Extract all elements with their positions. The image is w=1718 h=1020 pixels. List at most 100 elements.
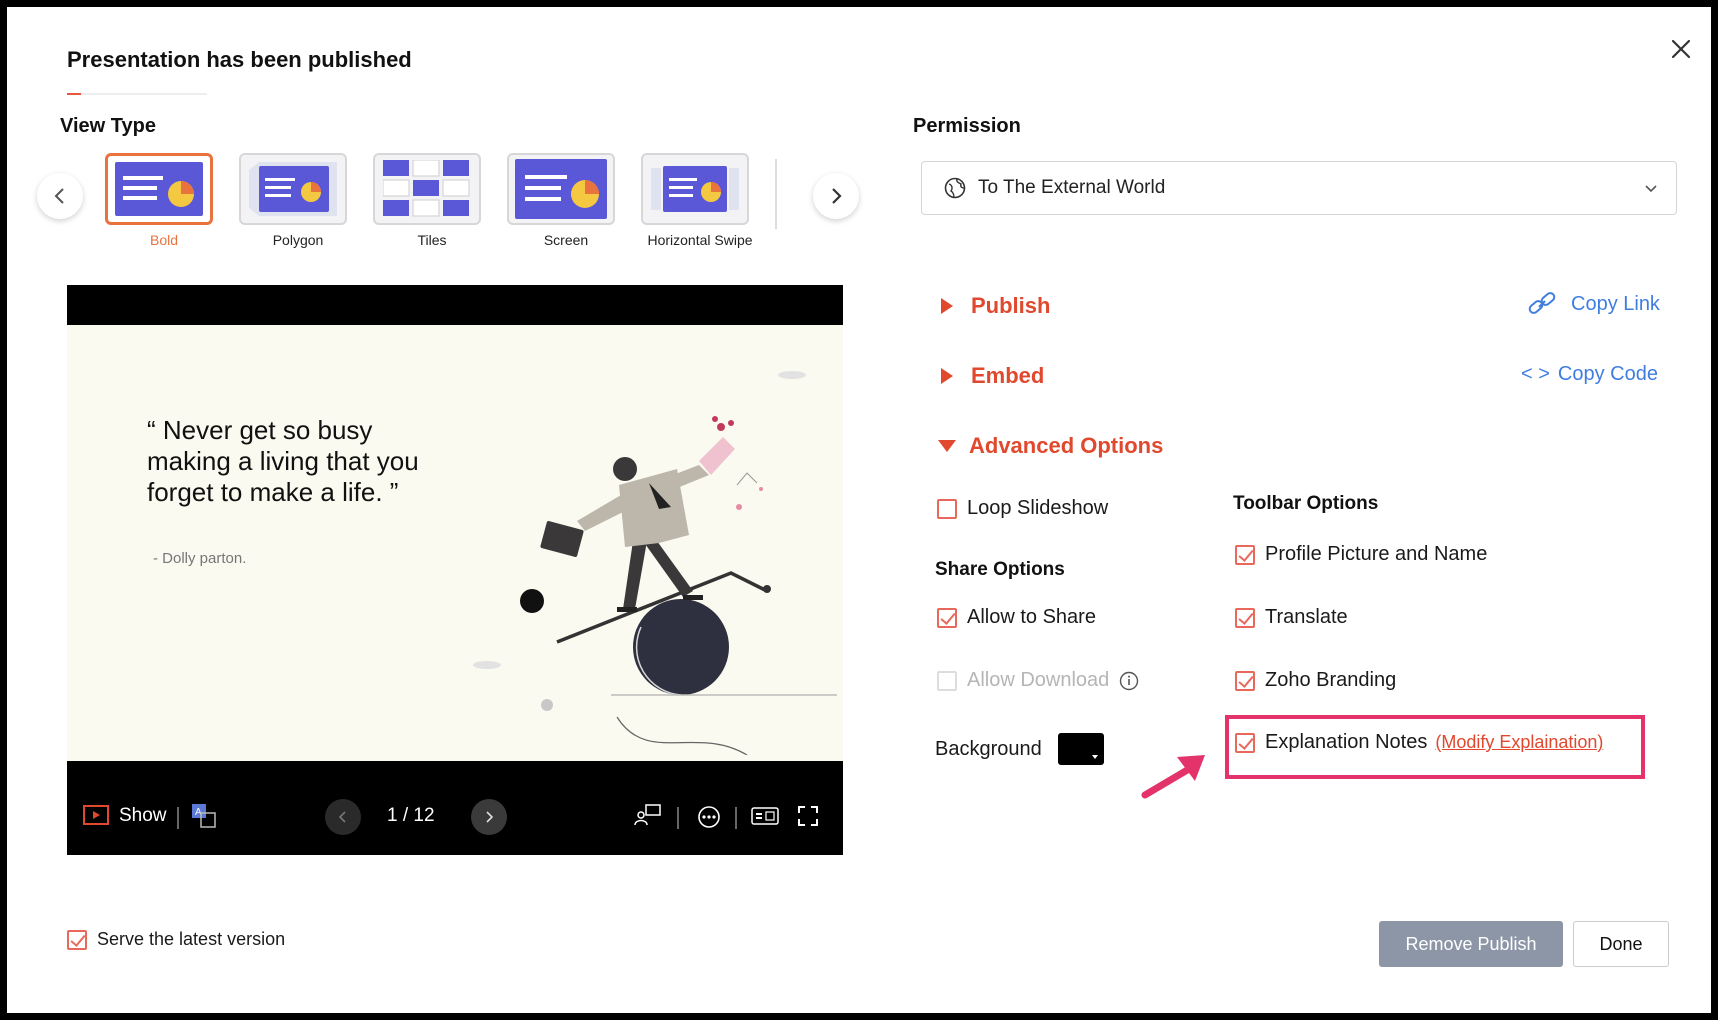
embed-accordion[interactable]: Embed (939, 363, 1044, 389)
thumb-tiles[interactable] (373, 153, 481, 225)
thumb-divider (775, 159, 777, 229)
background-color-picker[interactable] (1057, 733, 1104, 765)
more-options-icon[interactable] (697, 805, 721, 834)
profile-checkbox[interactable] (1235, 544, 1255, 565)
serve-latest-option[interactable]: Serve the latest version (67, 929, 285, 950)
loop-slideshow-option[interactable]: Loop Slideshow (937, 497, 1108, 520)
permission-selected-value: To The External World (978, 177, 1166, 198)
allow-download-checkbox[interactable] (937, 670, 957, 691)
tiles-layout-icon (383, 160, 470, 217)
toolbar-separator (735, 807, 737, 829)
copy-link-button[interactable]: Copy Link (1527, 291, 1660, 317)
fullscreen-icon[interactable] (797, 805, 819, 832)
permission-label: Permission (913, 115, 1021, 137)
next-slide-button[interactable] (471, 799, 507, 835)
screen-layout-icon (515, 159, 607, 219)
view-type-option-bold[interactable] (105, 153, 213, 225)
polygon-layout-icon (249, 162, 337, 216)
dialog-title: Presentation has been published (67, 47, 412, 72)
copy-code-button[interactable]: < > Copy Code (1521, 363, 1658, 386)
explanation-notes-label: Explanation Notes (1265, 731, 1428, 753)
publish-accordion[interactable]: Publish (939, 293, 1050, 319)
explanation-notes-checkbox[interactable] (1235, 732, 1255, 753)
play-slideshow-icon (83, 805, 109, 825)
view-type-label-screen: Screen (543, 232, 589, 248)
background-label: Background (935, 737, 1042, 760)
view-type-option-polygon[interactable] (239, 153, 347, 225)
loop-slideshow-checkbox[interactable] (937, 498, 957, 519)
view-type-next-button[interactable] (813, 173, 859, 219)
allow-share-checkbox[interactable] (937, 607, 957, 628)
thumb-screen[interactable] (507, 153, 615, 225)
toolbar-separator (177, 807, 179, 829)
advanced-options-accordion[interactable]: Advanced Options (937, 433, 1163, 459)
translate-option[interactable]: Translate (1235, 606, 1348, 629)
page-indicator: 1 / 12 (387, 805, 435, 826)
serve-latest-label: Serve the latest version (97, 929, 286, 949)
branding-checkbox[interactable] (1235, 670, 1255, 691)
link-icon (1528, 292, 1556, 314)
branding-label: Zoho Branding (1265, 669, 1397, 691)
publish-title: Publish (971, 293, 1051, 318)
pointer-arrow-icon (1141, 755, 1205, 799)
toolbar-options-heading: Toolbar Options (1233, 493, 1379, 514)
bold-layout-icon (115, 162, 203, 216)
thumb-horizontal-swipe[interactable] (641, 153, 749, 225)
branding-option[interactable]: Zoho Branding (1235, 669, 1396, 692)
close-icon[interactable] (1667, 35, 1695, 63)
copy-link-label: Copy Link (1571, 292, 1660, 315)
view-type-prev-button[interactable] (37, 173, 83, 219)
allow-download-option[interactable]: Allow Download (937, 669, 1139, 692)
view-type-option-horizontal-swipe[interactable] (641, 153, 749, 225)
serve-latest-checkbox[interactable] (67, 929, 87, 950)
allow-download-label: Allow Download (967, 669, 1110, 691)
show-label: Show (119, 805, 167, 826)
allow-share-label: Allow to Share (967, 606, 1096, 628)
done-button[interactable]: Done (1573, 921, 1669, 967)
view-type-label-horizontal-swipe: Horizontal Swipe (647, 232, 753, 248)
code-icon: < > (1521, 363, 1550, 385)
explanation-notes-option[interactable]: Explanation Notes (Modify Explaination) (1235, 731, 1603, 754)
permission-select[interactable]: To The External World (921, 161, 1677, 215)
info-icon[interactable] (1119, 671, 1139, 691)
view-type-option-tiles[interactable] (373, 153, 481, 225)
thumb-bold[interactable] (105, 153, 213, 225)
captions-icon[interactable] (751, 807, 779, 832)
balancing-man-illustration (473, 371, 837, 755)
view-type-label-tiles: Tiles (417, 232, 447, 248)
presenter-notes-icon[interactable] (633, 803, 661, 832)
horizontal-swipe-layout-icon (651, 166, 739, 212)
toolbar-separator (677, 807, 679, 829)
translate-icon[interactable]: A (191, 803, 217, 834)
embed-title: Embed (971, 363, 1045, 388)
modify-explanation-link[interactable]: (Modify Explaination) (1435, 732, 1603, 753)
profile-label: Profile Picture and Name (1265, 543, 1488, 565)
view-type-label: View Type (60, 115, 156, 137)
publish-dialog: Presentation has been published View Typ… (0, 0, 1718, 1020)
profile-option[interactable]: Profile Picture and Name (1235, 543, 1487, 566)
thumb-polygon[interactable] (239, 153, 347, 225)
caret-right-icon (941, 298, 953, 314)
caret-right-icon (941, 368, 953, 384)
show-button[interactable]: Show (83, 805, 167, 827)
advanced-options-title: Advanced Options (969, 433, 1164, 458)
prev-slide-button[interactable] (325, 799, 361, 835)
background-option: Background (935, 733, 1104, 765)
preview-toolbar: Show A 1 / 12 (67, 761, 843, 855)
chevron-right-icon (832, 188, 842, 204)
share-options-heading: Share Options (935, 559, 1065, 580)
loop-slideshow-label: Loop Slideshow (967, 497, 1109, 519)
chevron-left-icon (54, 188, 64, 204)
view-type-label-polygon: Polygon (272, 232, 324, 248)
remove-publish-button[interactable]: Remove Publish (1379, 921, 1563, 967)
slide-quote-author: - Dolly parton. (153, 550, 247, 567)
chevron-down-icon (1645, 185, 1657, 193)
slide-quote: “ Never get so busy making a living that… (147, 415, 419, 507)
translate-checkbox[interactable] (1235, 607, 1255, 628)
globe-icon (944, 177, 966, 199)
presentation-preview: “ Never get so busy making a living that… (67, 285, 843, 855)
title-underline (67, 93, 207, 95)
translate-label: Translate (1265, 606, 1348, 628)
view-type-option-screen[interactable] (507, 153, 615, 225)
allow-share-option[interactable]: Allow to Share (937, 606, 1096, 629)
